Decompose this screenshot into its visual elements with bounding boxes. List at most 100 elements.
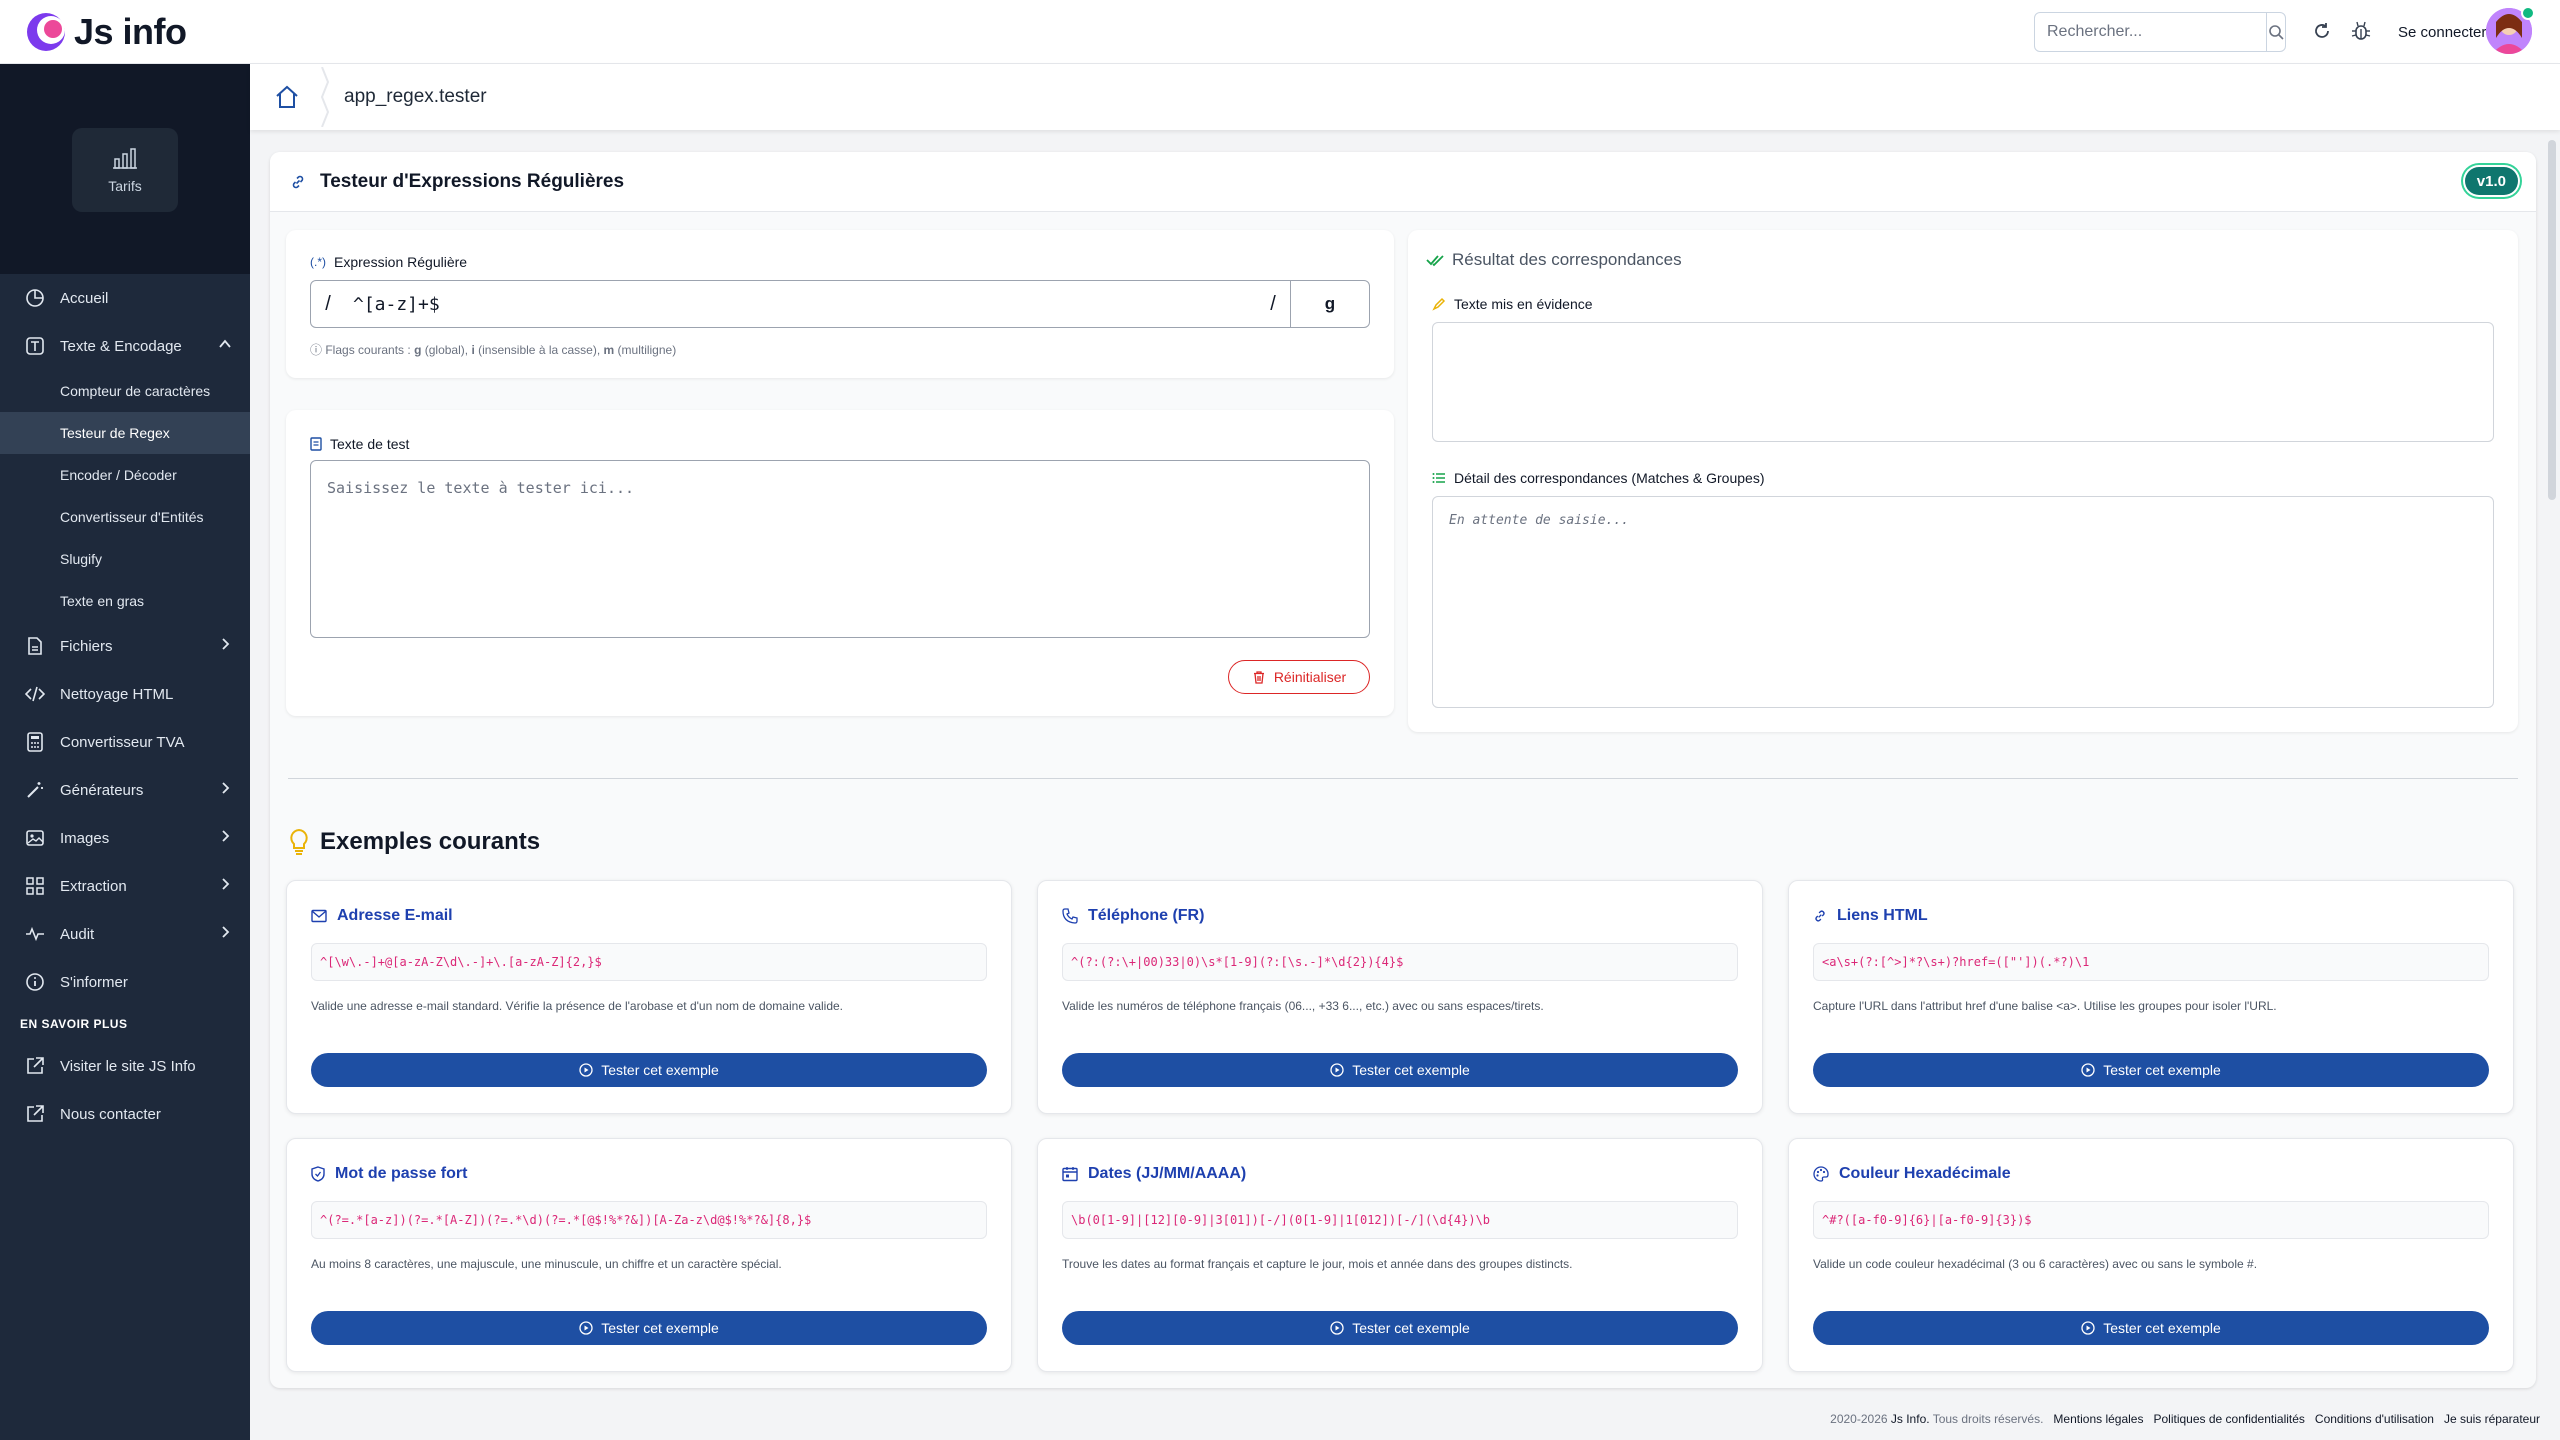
login-link[interactable]: Se connecter <box>2398 24 2486 41</box>
detail-label-row: Détail des correspondances (Matches & Gr… <box>1432 470 1764 486</box>
search-button[interactable] <box>2266 13 2285 51</box>
regex-icon: (.*) <box>310 255 326 269</box>
sidebar-item-nettoyage-html[interactable]: Nettoyage HTML <box>0 670 250 718</box>
flags-input[interactable]: g <box>1291 294 1369 314</box>
highlighter-icon <box>1432 297 1446 311</box>
play-circle-icon <box>579 1321 593 1335</box>
try-example-button[interactable]: Tester cet exemple <box>1813 1053 2489 1087</box>
sidebar-item-accueil[interactable]: Accueil <box>0 274 250 322</box>
sidebar-item-sinformer[interactable]: S'informer <box>0 958 250 1006</box>
refresh-button[interactable] <box>2309 18 2335 44</box>
chevron-right-icon <box>222 878 230 890</box>
try-example-button[interactable]: Tester cet exemple <box>311 1311 987 1345</box>
sidebar-subitem-regex[interactable]: Testeur de Regex <box>0 412 250 454</box>
page-title: Testeur d'Expressions Régulières <box>320 170 625 192</box>
try-example-label: Tester cet exemple <box>1352 1320 1470 1336</box>
bug-icon <box>2351 21 2371 40</box>
sidebar-item-label: Fichiers <box>60 637 113 655</box>
sidebar-item-convertisseur-tva[interactable]: Convertisseur TVA <box>0 718 250 766</box>
magic-wand-icon <box>24 779 46 801</box>
try-example-button[interactable]: Tester cet exemple <box>311 1053 987 1087</box>
external-link-icon <box>24 1055 46 1077</box>
panel-header: Testeur d'Expressions Régulières v1.0 <box>270 152 2536 212</box>
sidebar-subitem-gras[interactable]: Texte en gras <box>0 580 250 622</box>
flags-hint-g-desc: (global), <box>421 343 472 357</box>
try-example-button[interactable]: Tester cet exemple <box>1062 1053 1738 1087</box>
sidebar-item-texte-encodage[interactable]: Texte & Encodage <box>0 322 250 370</box>
version-badge: v1.0 <box>2464 167 2518 195</box>
calculator-icon <box>24 731 46 753</box>
search-icon <box>2269 25 2284 40</box>
footer-link-mentions[interactable]: Mentions légales <box>2053 1412 2143 1426</box>
example-card-telephone: Téléphone (FR) ^(?:(?:\+|00)33|0)\s*[1-9… <box>1037 880 1763 1114</box>
try-example-label: Tester cet exemple <box>1352 1062 1470 1078</box>
results-card: Résultat des correspondances Texte mis e… <box>1408 230 2518 732</box>
bar-chart-icon <box>113 148 137 169</box>
tarifs-button[interactable]: Tarifs <box>72 128 178 212</box>
regex-label-row: (.*) Expression Régulière <box>310 254 467 270</box>
example-card-email: Adresse E-mail ^[\w\.-]+@[a-zA-Z\d\.-]+\… <box>286 880 1012 1114</box>
regex-field: / ^[a-z]+$ / g <box>310 280 1370 328</box>
sidebar-item-generateurs[interactable]: Générateurs <box>0 766 250 814</box>
external-link-icon <box>24 1103 46 1125</box>
example-description: Capture l'URL dans l'attribut href d'une… <box>1813 999 2277 1013</box>
example-header: Mot de passe fort <box>311 1165 467 1183</box>
check-double-icon <box>1426 255 1444 267</box>
sidebar-subitem-slugify[interactable]: Slugify <box>0 538 250 580</box>
home-button[interactable] <box>272 82 302 112</box>
example-pattern: ^#?([a-f0-9]{6}|[a-f0-9]{3})$ <box>1813 1201 2489 1239</box>
image-icon <box>24 827 46 849</box>
search-input[interactable] <box>2035 13 2266 51</box>
refresh-icon <box>2315 23 2329 38</box>
detail-label: Détail des correspondances (Matches & Gr… <box>1454 470 1765 486</box>
try-example-button[interactable]: Tester cet exemple <box>1062 1311 1738 1345</box>
section-divider <box>288 778 2518 779</box>
sidebar-item-label: Convertisseur TVA <box>60 733 185 751</box>
bug-report-button[interactable] <box>2348 18 2374 44</box>
sidebar-link-contact[interactable]: Nous contacter <box>0 1090 250 1138</box>
page-scrollbar[interactable] <box>2548 140 2556 500</box>
footer-link-privacy[interactable]: Politiques de confidentialités <box>2153 1412 2304 1426</box>
example-pattern: ^[\w\.-]+@[a-zA-Z\d\.-]+\.[a-zA-Z]{2,}$ <box>311 943 987 981</box>
sidebar-link-visit-site[interactable]: Visiter le site JS Info <box>0 1042 250 1090</box>
regex-close-slash: / <box>1270 292 1276 315</box>
sidebar-subitem-compteur[interactable]: Compteur de caractères <box>0 370 250 412</box>
play-circle-icon <box>2081 1063 2095 1077</box>
examples-title: Exemples courants <box>288 828 540 856</box>
online-status-dot <box>2521 6 2535 20</box>
flags-hint-i-desc: (insensible à la casse), <box>474 343 604 357</box>
lightbulb-icon <box>290 828 308 855</box>
example-header: Liens HTML <box>1813 907 1928 925</box>
try-example-button[interactable]: Tester cet exemple <box>1813 1311 2489 1345</box>
sidebar-item-label: Images <box>60 829 110 847</box>
sidebar-item-label: Texte & Encodage <box>60 337 182 355</box>
footer: 2020-2026 Js Info. Tous droits réservés.… <box>1830 1412 2540 1426</box>
example-description: Au moins 8 caractères, une majuscule, un… <box>311 1257 782 1271</box>
sidebar-item-label: S'informer <box>60 973 128 991</box>
example-title: Couleur Hexadécimale <box>1839 1165 2011 1182</box>
sidebar-item-images[interactable]: Images <box>0 814 250 862</box>
footer-brand: Js Info. <box>1890 1412 1930 1426</box>
example-description: Trouve les dates au format français et c… <box>1062 1257 1573 1271</box>
sidebar-item-fichiers[interactable]: Fichiers <box>0 622 250 670</box>
example-description: Valide un code couleur hexadécimal (3 ou… <box>1813 1257 2258 1271</box>
sidebar-subitem-entites[interactable]: Convertisseur d'Entités <box>0 496 250 538</box>
example-pattern: <a\s+(?:[^>]*?\s+)?href=(["'])(.*?)\1 <box>1813 943 2489 981</box>
sidebar-item-extraction[interactable]: Extraction <box>0 862 250 910</box>
sidebar-nav: Accueil Texte & Encodage Compteur de car… <box>0 274 250 1138</box>
sidebar-subitem-encoder[interactable]: Encoder / Décoder <box>0 454 250 496</box>
tarifs-label: Tarifs <box>108 178 142 194</box>
brand-logo[interactable]: Js info <box>24 10 187 54</box>
breadcrumb-current: app_regex.tester <box>344 86 487 107</box>
footer-link-terms[interactable]: Conditions d'utilisation <box>2315 1412 2434 1426</box>
regex-input[interactable]: ^[a-z]+$ <box>345 294 1256 315</box>
reset-button[interactable]: Réinitialiser <box>1228 660 1370 694</box>
test-textarea[interactable]: Saisissez le texte à tester ici... <box>310 460 1370 638</box>
test-label: Texte de test <box>330 436 410 452</box>
footer-link-repairer[interactable]: Je suis réparateur <box>2444 1412 2540 1426</box>
sidebar-item-audit[interactable]: Audit <box>0 910 250 958</box>
example-title: Liens HTML <box>1837 907 1928 924</box>
file-icon <box>24 635 46 657</box>
info-icon: ⓘ <box>310 343 326 357</box>
example-title: Mot de passe fort <box>335 1165 468 1182</box>
